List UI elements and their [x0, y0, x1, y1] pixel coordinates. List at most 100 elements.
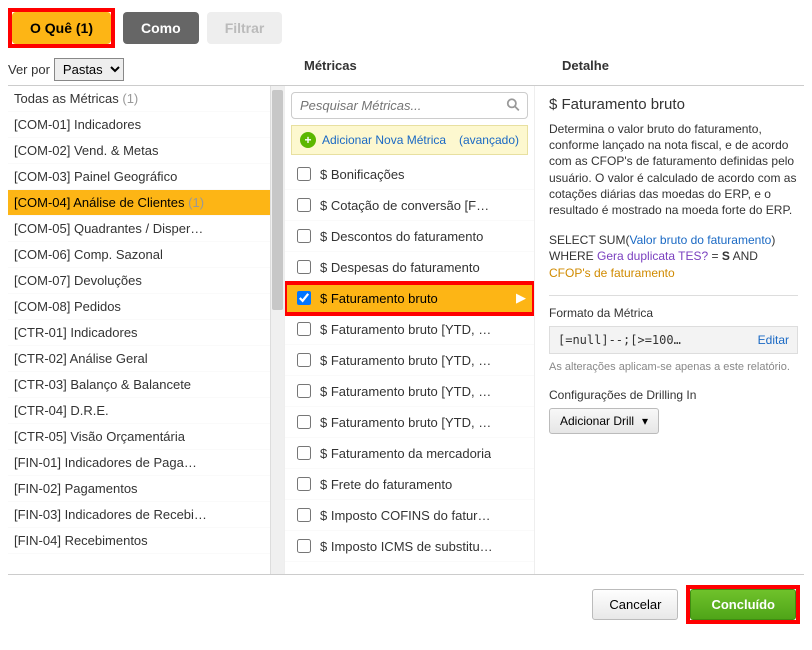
- metric-checkbox[interactable]: [297, 508, 311, 522]
- metric-checkbox[interactable]: [297, 291, 311, 305]
- cancel-button[interactable]: Cancelar: [592, 589, 678, 620]
- folder-label: [COM-04] Análise de Clientes (1): [14, 195, 204, 210]
- folder-row[interactable]: [COM-03] Painel Geográfico▶: [8, 164, 284, 190]
- verpor-label: Ver por: [8, 62, 50, 77]
- search-input[interactable]: [291, 92, 528, 119]
- detail-title: $ Faturamento bruto: [549, 96, 798, 113]
- folder-row[interactable]: [FIN-04] Recebimentos▶: [8, 528, 284, 554]
- folder-label: [FIN-01] Indicadores de Paga…: [14, 455, 197, 470]
- format-value: [=null]--;[>=100…: [558, 333, 681, 347]
- metric-checkbox[interactable]: [297, 353, 311, 367]
- metric-checkbox[interactable]: [297, 446, 311, 460]
- add-new-metric[interactable]: + Adicionar Nova Métrica (avançado): [291, 125, 528, 155]
- format-edit-link[interactable]: Editar: [758, 333, 789, 347]
- folder-count: (1): [188, 195, 204, 210]
- folders-scrollbar[interactable]: [270, 86, 284, 574]
- drill-label: Configurações de Drilling In: [549, 388, 798, 402]
- folder-label: [COM-06] Comp. Sazonal: [14, 247, 163, 262]
- metric-label: $ Faturamento bruto: [320, 291, 438, 306]
- folder-row[interactable]: [COM-04] Análise de Clientes (1)▶: [8, 190, 284, 216]
- folder-row[interactable]: [CTR-01] Indicadores▶: [8, 320, 284, 346]
- metric-checkbox[interactable]: [297, 229, 311, 243]
- metric-row[interactable]: $ Descontos do faturamento: [285, 221, 534, 252]
- metric-row[interactable]: $ Imposto COFINS do fatur…: [285, 500, 534, 531]
- folder-row[interactable]: [CTR-03] Balanço & Balancete▶: [8, 372, 284, 398]
- folder-label: [COM-05] Quadrantes / Disper…: [14, 221, 203, 236]
- detail-sql: SELECT SUM(Valor bruto do faturamento) W…: [549, 232, 798, 281]
- add-drill-button[interactable]: Adicionar Drill ▾: [549, 408, 659, 434]
- verpor-select[interactable]: Pastas: [54, 58, 124, 81]
- metric-row[interactable]: $ Faturamento bruto ▶: [285, 283, 534, 314]
- folder-label: [COM-01] Indicadores: [14, 117, 141, 132]
- metric-row[interactable]: $ Bonificações: [285, 159, 534, 190]
- metric-row[interactable]: $ Frete do faturamento: [285, 469, 534, 500]
- folder-row[interactable]: [COM-05] Quadrantes / Disper…▶: [8, 216, 284, 242]
- format-note: As alterações aplicam-se apenas a este r…: [549, 360, 798, 374]
- folder-row[interactable]: [CTR-05] Visão Orçamentária▶: [8, 424, 284, 450]
- metric-row[interactable]: $ Faturamento da mercadoria: [285, 438, 534, 469]
- metric-checkbox[interactable]: [297, 384, 311, 398]
- folder-label: Todas as Métricas (1): [14, 91, 138, 106]
- metric-label: $ Descontos do faturamento: [320, 229, 483, 244]
- format-label: Formato da Métrica: [549, 306, 798, 320]
- metric-row[interactable]: $ Cotação de conversão [F…: [285, 190, 534, 221]
- folder-label: [FIN-02] Pagamentos: [14, 481, 138, 496]
- metric-row[interactable]: $ Faturamento bruto [YTD, …: [285, 345, 534, 376]
- metric-label: $ Bonificações: [320, 167, 405, 182]
- folder-label: [CTR-05] Visão Orçamentária: [14, 429, 185, 444]
- metric-row[interactable]: $ Faturamento bruto [YTD, …: [285, 407, 534, 438]
- tab-what[interactable]: O Quê (1): [12, 12, 111, 44]
- metric-label: $ Despesas do faturamento: [320, 260, 480, 275]
- metric-checkbox[interactable]: [297, 198, 311, 212]
- metric-row[interactable]: $ Faturamento bruto [YTD, …: [285, 376, 534, 407]
- tab-how[interactable]: Como: [123, 12, 199, 44]
- metric-label: $ Faturamento bruto [YTD, …: [320, 415, 491, 430]
- metric-checkbox[interactable]: [297, 167, 311, 181]
- highlight-done: Concluído: [686, 585, 800, 624]
- metric-checkbox[interactable]: [297, 477, 311, 491]
- folder-label: [COM-02] Vend. & Metas: [14, 143, 159, 158]
- metric-checkbox[interactable]: [297, 260, 311, 274]
- detail-description: Determina o valor bruto do faturamento, …: [549, 121, 798, 218]
- folder-row[interactable]: Todas as Métricas (1)▶: [8, 86, 284, 112]
- metric-label: $ Imposto COFINS do fatur…: [320, 508, 491, 523]
- metric-row[interactable]: $ Despesas do faturamento: [285, 252, 534, 283]
- folder-label: [FIN-04] Recebimentos: [14, 533, 148, 548]
- metric-row[interactable]: $ Faturamento bruto [YTD, …: [285, 314, 534, 345]
- folder-row[interactable]: [COM-02] Vend. & Metas▶: [8, 138, 284, 164]
- folder-row[interactable]: [FIN-02] Pagamentos▶: [8, 476, 284, 502]
- folder-row[interactable]: [FIN-01] Indicadores de Paga…▶: [8, 450, 284, 476]
- metric-row[interactable]: $ Imposto ICMS de substitu…: [285, 531, 534, 562]
- col-header-metrics: Métricas: [298, 58, 548, 85]
- metric-label: $ Frete do faturamento: [320, 477, 452, 492]
- done-button[interactable]: Concluído: [690, 589, 796, 620]
- metric-label: $ Faturamento bruto [YTD, …: [320, 384, 491, 399]
- folder-row[interactable]: [COM-06] Comp. Sazonal▶: [8, 242, 284, 268]
- folder-row[interactable]: [COM-07] Devoluções▶: [8, 268, 284, 294]
- metric-label: $ Faturamento bruto [YTD, …: [320, 353, 491, 368]
- metric-label: $ Faturamento bruto [YTD, …: [320, 322, 491, 337]
- metric-checkbox[interactable]: [297, 415, 311, 429]
- add-new-metric-label: Adicionar Nova Métrica: [322, 133, 453, 147]
- folder-label: [COM-08] Pedidos: [14, 299, 121, 314]
- folder-row[interactable]: [COM-01] Indicadores▶: [8, 112, 284, 138]
- folders-column: Todas as Métricas (1)▶[COM-01] Indicador…: [8, 86, 284, 574]
- folder-label: [CTR-01] Indicadores: [14, 325, 138, 340]
- metric-checkbox[interactable]: [297, 539, 311, 553]
- metrics-column: + Adicionar Nova Métrica (avançado) $ Bo…: [284, 86, 534, 574]
- folder-row[interactable]: [COM-08] Pedidos▶: [8, 294, 284, 320]
- folder-row[interactable]: [CTR-02] Análise Geral▶: [8, 346, 284, 372]
- tab-filter[interactable]: Filtrar: [207, 12, 283, 44]
- chevron-down-icon: ▾: [642, 414, 648, 428]
- add-advanced-link[interactable]: (avançado): [459, 133, 519, 147]
- col-header-detail: Detalhe: [548, 58, 804, 85]
- folder-label: [CTR-02] Análise Geral: [14, 351, 148, 366]
- chevron-right-icon: ▶: [516, 290, 526, 306]
- folder-count: (1): [122, 91, 138, 106]
- folder-row[interactable]: [CTR-04] D.R.E.▶: [8, 398, 284, 424]
- folder-row[interactable]: [FIN-03] Indicadores de Recebi…▶: [8, 502, 284, 528]
- highlight-tab-what: O Quê (1): [8, 8, 115, 48]
- folder-label: [CTR-03] Balanço & Balancete: [14, 377, 191, 392]
- metric-checkbox[interactable]: [297, 322, 311, 336]
- plus-icon: +: [300, 132, 316, 148]
